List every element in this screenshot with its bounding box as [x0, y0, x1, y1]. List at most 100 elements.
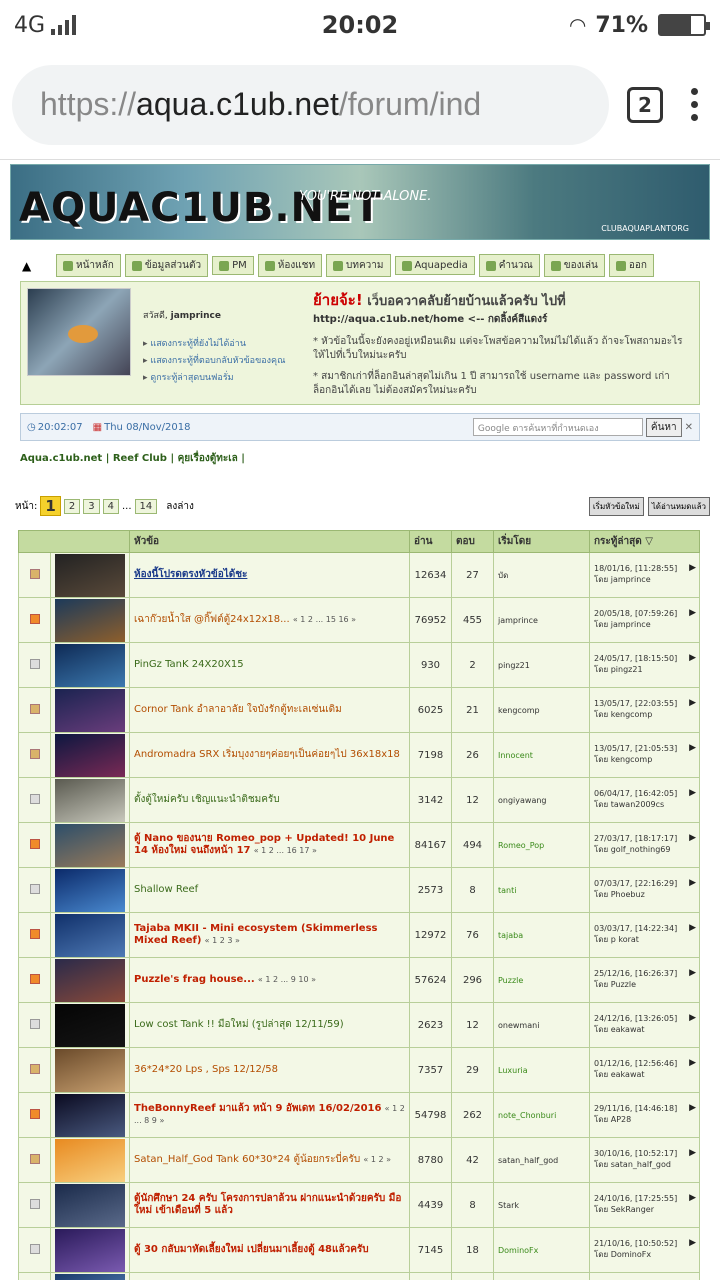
thread-last-post[interactable]: 24/12/16, [13:26:05] โดย eakawat — [589, 1002, 700, 1048]
thread-title-link[interactable]: 36*24*20 Lps , Sps 12/12/58 — [134, 1064, 278, 1075]
link-unread[interactable]: แสดงกระทู้ที่ยังไม่ได้อ่าน — [143, 336, 307, 350]
link-replies[interactable]: แสดงกระทู้ที่ตอบกลับหัวข้อของคุณ — [143, 353, 307, 367]
table-row[interactable]: ตู้ Nano ของนาย Romeo_pop + Updated! 10 … — [18, 822, 700, 868]
link-recent[interactable]: ดูกระทู้ล่าสุดบนฟอรั่ม — [143, 370, 307, 384]
nav-item[interactable]: PM — [212, 256, 254, 275]
thread-starter[interactable]: icecoffe — [493, 1272, 590, 1280]
thread-pages[interactable]: « 1 2 » — [363, 1155, 391, 1164]
thread-title-link[interactable]: ตั้งตู้ใหม่ครับ เชิญแนะนำติชมครับ — [134, 794, 280, 805]
thread-title-link[interactable]: Satan_Half_God Tank 60*30*24 ตู้น้อยกระบ… — [134, 1154, 360, 1165]
thread-thumbnail[interactable] — [50, 732, 130, 778]
thread-starter[interactable]: Luxuria — [493, 1047, 590, 1093]
thread-last-post[interactable]: 30/10/16, [10:52:17] โดย satan_half_god — [589, 1137, 700, 1183]
thread-last-post[interactable]: 03/03/17, [14:22:34] โดย p korat — [589, 912, 700, 958]
table-row[interactable]: ตู้นักศึกษา 24 ครับ โครงการปลาล้วน ฝากแน… — [18, 1182, 700, 1228]
thread-thumbnail[interactable] — [50, 957, 130, 1003]
thread-thumbnail[interactable] — [50, 1272, 130, 1280]
new-topic-button[interactable]: เริ่มหัวข้อใหม่ — [588, 496, 644, 516]
thread-title-link[interactable]: Shallow Reef — [134, 884, 198, 895]
thread-title-link[interactable]: เฉาก๊วยน้ำใส @กิ๊ฟต์ตู้24x12x18... — [134, 614, 290, 625]
table-row[interactable]: ตู้ 30 กลับมาหัดเลี้ยงใหม่ เปลี่ยนมาเลี้… — [18, 1227, 700, 1273]
nav-item[interactable]: หน้าหลัก — [56, 254, 121, 277]
table-row[interactable]: Puzzle's frag house... « 1 2 ... 9 10 » 5… — [18, 957, 700, 1003]
thread-last-post[interactable]: 18/01/16, [11:28:55] โดย jamprince — [589, 552, 700, 598]
thread-thumbnail[interactable] — [50, 1002, 130, 1048]
thread-thumbnail[interactable] — [50, 777, 130, 823]
table-row[interactable]: Andromadra SRX เริ่มบุงงายๆค่อยๆเป็นค่อย… — [18, 732, 700, 778]
thread-last-post[interactable]: 24/10/16, [17:25:55] โดย SekRanger — [589, 1182, 700, 1228]
thread-last-post[interactable]: 29/11/16, [14:46:18] โดย AP28 — [589, 1092, 700, 1138]
mark-read-button[interactable]: ได้อ่านหมดแล้ว — [647, 496, 710, 516]
search-input[interactable]: Google ตารค้นหาที่กำหนดเอง — [472, 418, 643, 436]
thread-last-post[interactable]: 21/10/16, [10:50:52] โดย DominoFx — [589, 1227, 700, 1273]
thread-thumbnail[interactable] — [50, 912, 130, 958]
search-button[interactable]: ค้นหา — [645, 417, 682, 437]
header-starter[interactable]: เริ่มโดย — [493, 530, 590, 553]
new-site-link[interactable]: http://aqua.c1ub.net/home — [313, 314, 464, 325]
collapse-icon[interactable]: ▲ — [22, 259, 31, 273]
thread-title-link[interactable]: Cornor Tank อำลาอาลัย ใจบังรักตู้ทะเลเซ่… — [134, 704, 342, 715]
table-row[interactable]: Tajaba MKII - Mini ecosystem (Skimmerles… — [18, 912, 700, 958]
thread-last-post[interactable]: 13/05/17, [21:05:53] โดย kengcomp — [589, 732, 700, 778]
thread-starter[interactable]: pingz21 — [493, 642, 590, 688]
table-row[interactable]: Low cost Tank !! มือใหม่ (รูปล่าสุด 12/1… — [18, 1002, 700, 1048]
table-row[interactable]: Satan_Half_God Tank 60*30*24 ตู้น้อยกระบ… — [18, 1137, 700, 1183]
site-banner[interactable]: AQUAC1UB.NET YOU'RE NOT ALONE. CLUBAQUAP… — [10, 164, 710, 240]
thread-thumbnail[interactable] — [50, 1092, 130, 1138]
table-row[interactable]: Cornor Tank อำลาอาลัย ใจบังรักตู้ทะเลเซ่… — [18, 687, 700, 733]
thread-starter[interactable]: DominoFx — [493, 1227, 590, 1273]
thread-title-link[interactable]: Puzzle's frag house... — [134, 974, 255, 985]
page-3[interactable]: 3 — [83, 498, 100, 514]
nav-item[interactable]: Aquapedia — [394, 256, 475, 275]
thread-title-link[interactable]: Tajaba MKII - Mini ecosystem (Skimmerles… — [134, 923, 378, 946]
thread-thumbnail[interactable] — [50, 822, 130, 868]
nav-item[interactable]: บทความ — [326, 254, 391, 277]
thread-title-link[interactable]: PinGz TanK 24X20X15 — [134, 659, 244, 670]
table-row[interactable]: PinGz TanK 24X20X15 930 2 pingz21 24/05/17,… — [18, 642, 700, 688]
nav-item[interactable]: คำนวณ — [478, 254, 540, 277]
thread-starter[interactable]: Innocent — [493, 732, 590, 778]
thread-starter[interactable]: Stark — [493, 1182, 590, 1228]
thread-pages[interactable]: « 1 2 3 » — [205, 936, 240, 945]
thread-starter[interactable]: ongiyawang — [493, 777, 590, 823]
thread-last-post[interactable]: 01/12/16, [12:56:46] โดย eakawat — [589, 1047, 700, 1093]
page-14[interactable]: 14 — [134, 498, 158, 514]
breadcrumb[interactable]: Aqua.c1ub.net | Reef Club | คุยเรื่องตู้… — [20, 451, 710, 466]
header-title[interactable]: หัวข้อ — [129, 530, 410, 553]
thread-thumbnail[interactable] — [50, 687, 130, 733]
thread-starter[interactable]: tajaba — [493, 912, 590, 958]
thread-starter[interactable]: note_Chonburi — [493, 1092, 590, 1138]
page-1[interactable]: 1 — [40, 496, 61, 516]
table-row[interactable]: ตู้24 กรองแขวน ไฟLED กับเวลา ณ ตอนนี้ 1 … — [18, 1272, 700, 1280]
nav-item[interactable]: ของเล่น — [543, 254, 605, 277]
thread-title-link[interactable]: Andromadra SRX เริ่มบุงงายๆค่อยๆเป็นค่อย… — [134, 749, 400, 760]
page-2[interactable]: 2 — [63, 498, 81, 514]
thread-last-post[interactable]: 13/05/17, [22:03:55] โดย kengcomp — [589, 687, 700, 733]
thread-thumbnail[interactable] — [50, 1227, 130, 1273]
thread-last-post[interactable]: 20/05/18, [07:59:26] โดย jamprince — [589, 597, 700, 643]
thread-pages[interactable]: « 1 2 ... 9 10 » — [258, 975, 316, 984]
thread-starter[interactable]: tanti — [493, 867, 590, 913]
header-replies[interactable]: ตอบ — [451, 530, 494, 553]
thread-last-post[interactable]: 24/05/17, [18:15:50] โดย pingz21 — [589, 642, 700, 688]
table-row[interactable]: Shallow Reef 2573 8 tanti 07/03/17, [22:16:… — [18, 867, 700, 913]
thread-title-link[interactable]: Low cost Tank !! มือใหม่ (รูปล่าสุด 12/1… — [134, 1019, 344, 1030]
table-row[interactable]: ตั้งตู้ใหม่ครับ เชิญแนะนำติชมครับ 3142 12… — [18, 777, 700, 823]
table-row[interactable]: TheBonnyReef มาแล้ว หน้า 9 อัพเดท 16/02/… — [18, 1092, 700, 1138]
avatar[interactable] — [27, 288, 131, 376]
table-row[interactable]: ห้องนี้โปรดตรงหัวข้อได้ชะ 12634 27 บัด 18/0… — [18, 552, 700, 598]
nav-item[interactable]: ห้องแชท — [257, 254, 323, 277]
go-bottom-link[interactable]: ลงล่าง — [166, 499, 194, 514]
thread-starter[interactable]: kengcomp — [493, 687, 590, 733]
header-last-post[interactable]: กระทู้ล่าสุด ▽ — [589, 530, 700, 553]
table-row[interactable]: 36*24*20 Lps , Sps 12/12/58 7357 29 Luxuri… — [18, 1047, 700, 1093]
page-4[interactable]: 4 — [102, 498, 119, 514]
header-views[interactable]: อ่าน — [409, 530, 452, 553]
thread-starter[interactable]: jamprince — [493, 597, 590, 643]
tab-switcher-button[interactable]: 2 — [627, 86, 663, 123]
thread-starter[interactable]: Romeo_Pop — [493, 822, 590, 868]
thread-thumbnail[interactable] — [50, 642, 130, 688]
thread-thumbnail[interactable] — [50, 1047, 130, 1093]
thread-starter[interactable]: บัด — [493, 552, 590, 598]
thread-thumbnail[interactable] — [50, 597, 130, 643]
